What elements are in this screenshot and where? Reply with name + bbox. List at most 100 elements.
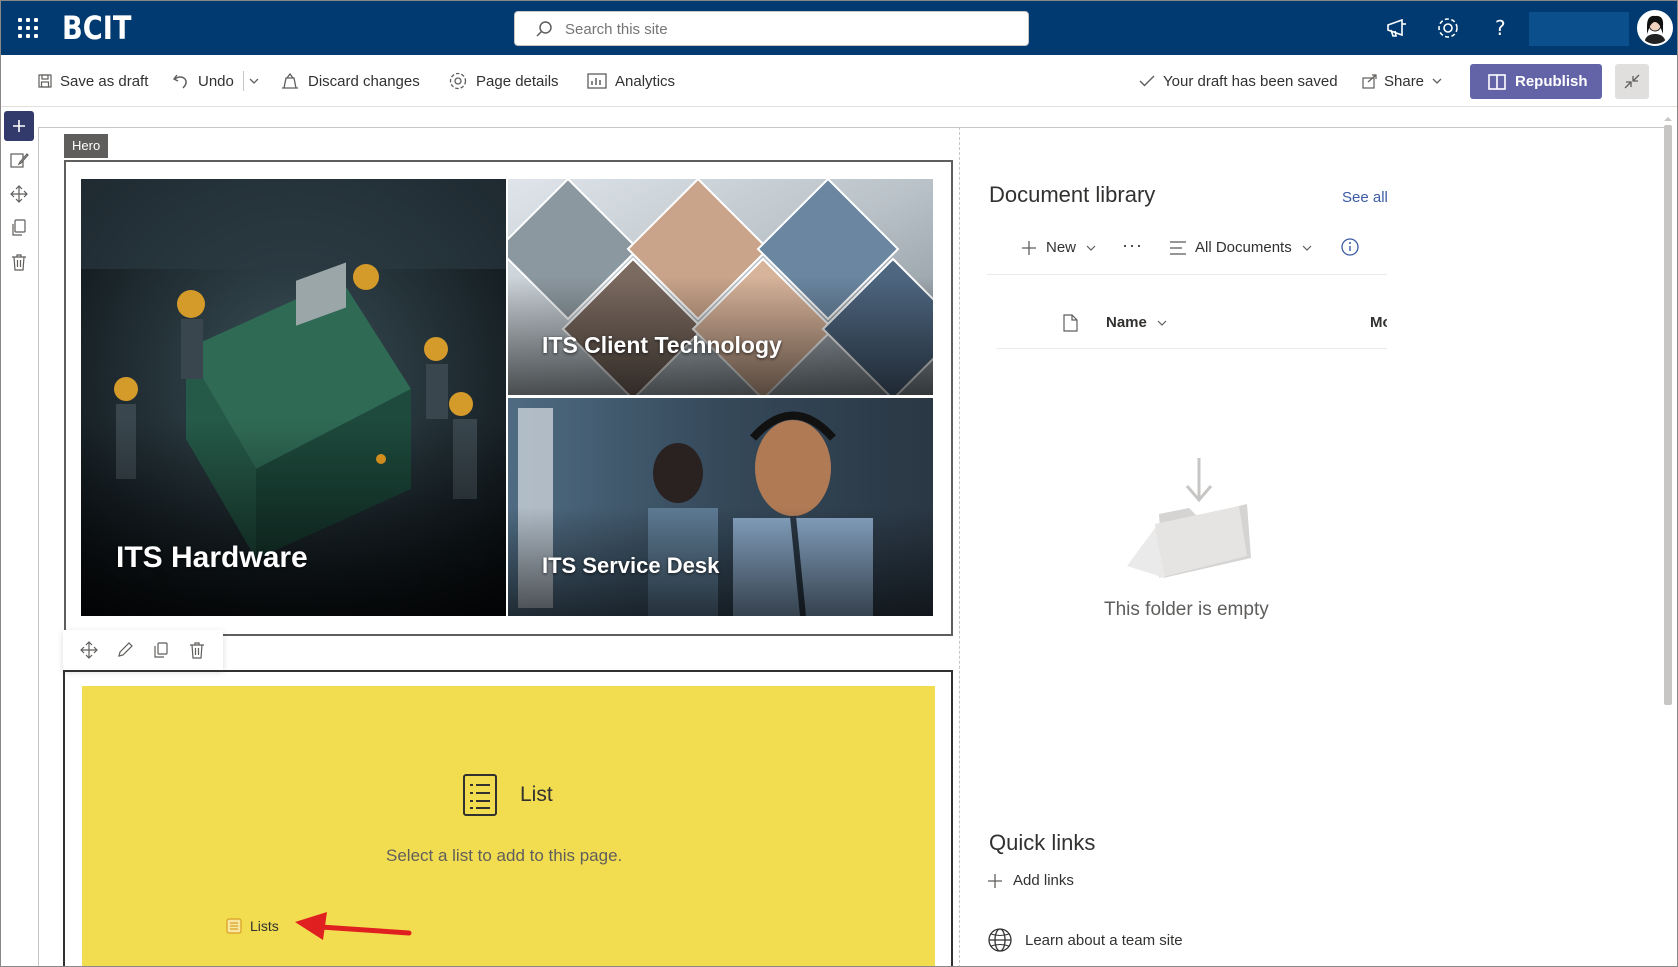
divider — [987, 274, 1387, 275]
name-column-header[interactable]: Name — [1106, 314, 1168, 331]
search-box[interactable] — [514, 11, 1029, 46]
page-details-button[interactable]: Page details — [448, 69, 559, 93]
divider — [996, 348, 1387, 349]
webpart-toolbar — [63, 630, 223, 670]
megaphone-icon[interactable] — [1384, 15, 1410, 41]
add-links-button[interactable]: Add links — [987, 872, 1074, 889]
discard-changes-button[interactable]: Discard changes — [280, 69, 420, 93]
gear-icon — [449, 72, 467, 90]
move-icon[interactable] — [80, 641, 98, 659]
column-divider — [959, 127, 960, 966]
svg-text:?: ? — [1495, 16, 1506, 40]
add-section-button[interactable] — [4, 111, 34, 141]
command-bar: Save as draft Undo Discard changes Page … — [1, 55, 1677, 107]
view-selector-label: All Documents — [1195, 239, 1292, 256]
help-icon[interactable]: ? — [1487, 15, 1513, 41]
empty-folder-icon — [1127, 458, 1251, 578]
lists-link[interactable]: Lists — [226, 918, 279, 934]
share-label: Share — [1384, 72, 1425, 90]
modified-column-header[interactable]: Mo — [1370, 314, 1387, 331]
list-title-row: List — [462, 773, 553, 817]
list-title: List — [520, 783, 553, 806]
red-arrow-annotation — [295, 912, 412, 940]
trash-icon — [12, 254, 26, 271]
new-label: New — [1046, 239, 1077, 256]
info-icon[interactable] — [1341, 238, 1359, 256]
add-links-label: Add links — [1013, 872, 1074, 889]
draft-status: Your draft has been saved — [1139, 69, 1338, 93]
analytics-button[interactable]: Analytics — [587, 69, 675, 93]
view-selector[interactable]: All Documents — [1169, 239, 1313, 256]
left-toolbar — [1, 107, 37, 966]
quick-link-team-site[interactable]: Learn about a team site — [987, 927, 1183, 953]
move-section-button[interactable] — [4, 179, 34, 209]
scroll-thumb[interactable] — [1664, 125, 1672, 705]
share-dropdown[interactable] — [1431, 69, 1451, 93]
collapse-button[interactable] — [1615, 64, 1649, 99]
undo-icon — [172, 74, 187, 89]
collapse-icon — [1624, 74, 1640, 89]
republish-button[interactable]: Republish — [1470, 64, 1602, 99]
user-name-box[interactable] — [1529, 12, 1629, 46]
undo-dropdown[interactable] — [248, 69, 268, 93]
plus-icon — [1022, 240, 1036, 255]
chevron-down-icon — [1432, 78, 1442, 84]
search-icon — [535, 20, 553, 43]
more-options-button[interactable]: ··· — [1122, 235, 1143, 256]
hero-tile-its-service-desk[interactable]: ITS Service Desk — [508, 398, 933, 616]
share-icon — [1362, 74, 1377, 89]
see-all-link[interactable]: See all — [1342, 189, 1388, 206]
hero-tile-label: ITS Hardware — [116, 541, 308, 574]
checkmark-icon — [1139, 75, 1155, 87]
avatar[interactable] — [1637, 10, 1673, 46]
copy-icon[interactable] — [152, 641, 170, 659]
republish-label: Republish — [1515, 73, 1588, 90]
undo-button[interactable]: Undo — [172, 69, 234, 93]
book-icon — [1488, 73, 1506, 90]
list-small-icon — [226, 918, 242, 934]
list-placeholder — [82, 686, 935, 966]
hero-tile-its-client-technology[interactable]: ITS Client Technology — [508, 179, 933, 395]
copy-icon — [12, 219, 26, 236]
chevron-down-icon — [1302, 245, 1312, 251]
gear-icon[interactable] — [1435, 15, 1461, 41]
save-as-draft-label: Save as draft — [60, 72, 149, 90]
globe-icon — [988, 928, 1012, 952]
hero-tile-label: ITS Client Technology — [542, 332, 782, 358]
save-icon — [38, 74, 52, 88]
scroll-up-icon — [1664, 117, 1672, 121]
trash-icon[interactable] — [188, 641, 206, 659]
delete-section-button[interactable] — [4, 247, 34, 277]
hero-tile-label: ITS Service Desk — [542, 553, 720, 578]
new-button[interactable]: New — [1021, 239, 1097, 256]
quick-link-label: Learn about a team site — [1025, 931, 1183, 949]
document-library-title: Document library — [989, 182, 1156, 207]
lists-link-label: Lists — [250, 918, 279, 934]
hero-image-client-technology — [508, 179, 933, 395]
plus-icon — [988, 873, 1002, 888]
move-icon — [10, 185, 28, 203]
vertical-scrollbar[interactable] — [1661, 111, 1675, 966]
empty-folder-text: This folder is empty — [1104, 599, 1269, 620]
discard-changes-label: Discard changes — [308, 72, 420, 90]
edit-section-button[interactable] — [4, 145, 34, 175]
share-button[interactable]: Share — [1362, 69, 1424, 93]
page-details-label: Page details — [476, 72, 559, 90]
chevron-down-icon — [1157, 320, 1167, 326]
waffle-icon[interactable] — [15, 15, 41, 41]
list-subtitle: Select a list to add to this page. — [386, 846, 623, 865]
list-icon — [463, 774, 497, 816]
duplicate-section-button[interactable] — [4, 213, 34, 243]
save-as-draft-button[interactable]: Save as draft — [38, 69, 148, 93]
suite-bar: BCIT ? — [1, 1, 1677, 55]
hero-tile-its-hardware[interactable]: ITS Hardware — [81, 179, 506, 616]
name-column-label: Name — [1106, 314, 1147, 331]
view-list-icon — [1170, 240, 1186, 255]
file-type-column-header[interactable] — [1063, 314, 1078, 332]
chevron-down-icon — [1086, 245, 1096, 251]
edit-icon[interactable] — [116, 641, 134, 659]
analytics-icon — [587, 73, 607, 89]
undo-label: Undo — [198, 72, 234, 90]
search-input[interactable] — [565, 17, 1005, 41]
brand-logo[interactable]: BCIT — [62, 9, 131, 47]
